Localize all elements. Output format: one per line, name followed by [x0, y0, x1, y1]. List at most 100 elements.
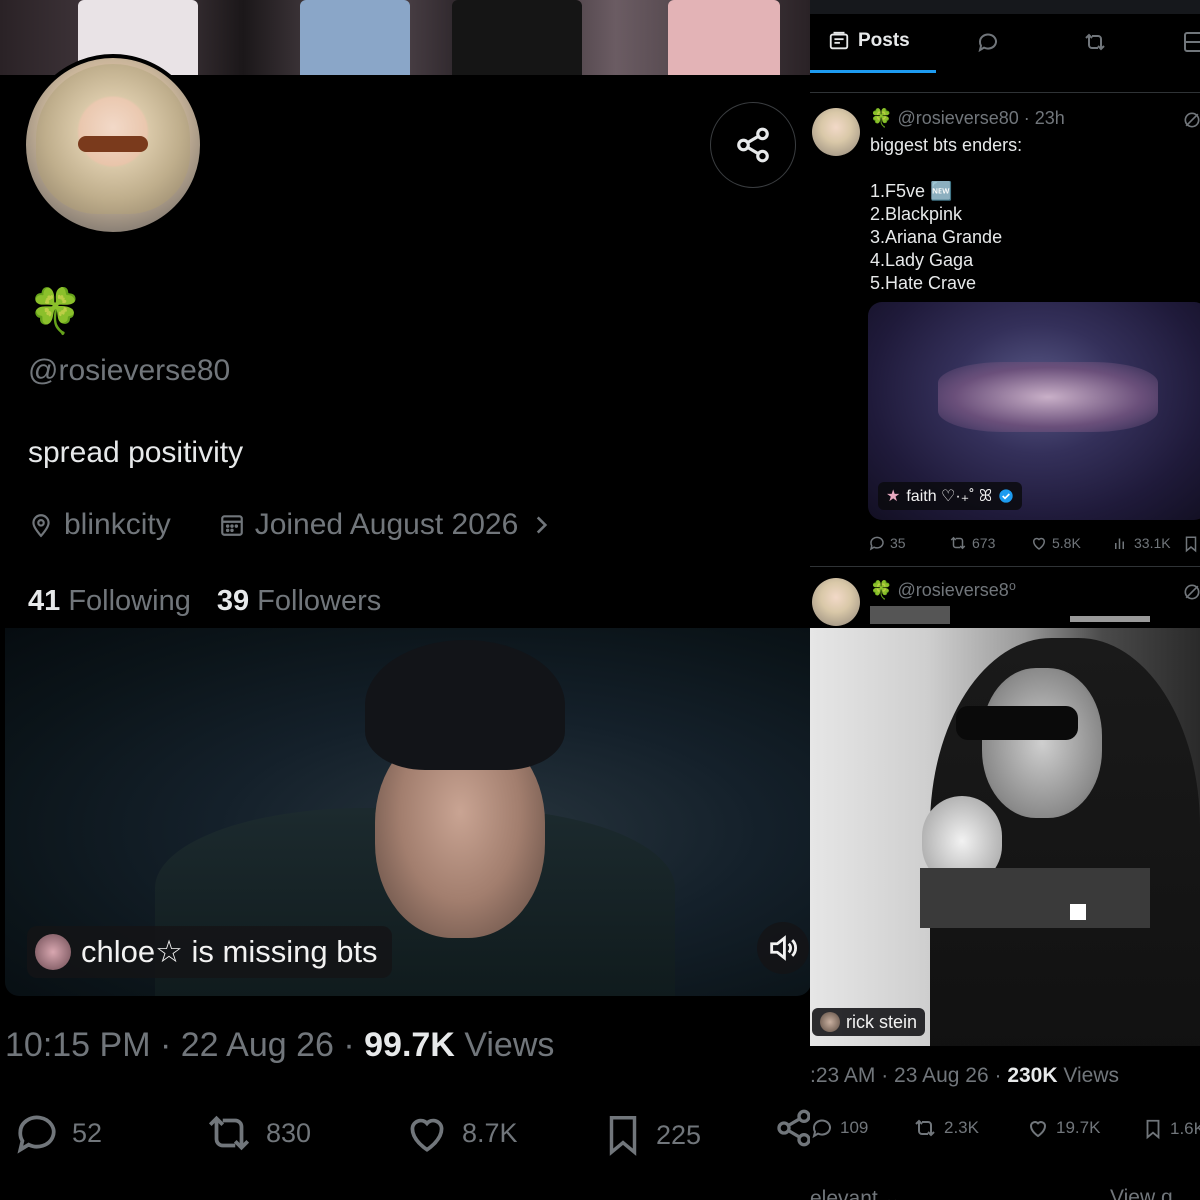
post-views-count: 230K [1007, 1064, 1058, 1087]
pixelated-region [920, 868, 1150, 928]
profile-joined-date: Joined August 2026 [254, 508, 519, 541]
tabs-divider [810, 92, 1200, 93]
like-button[interactable]: 5.8K [1030, 534, 1081, 552]
post-author-name[interactable]: 🍀 [870, 108, 892, 128]
post-views-label: Views [1063, 1064, 1119, 1087]
avatar-glasses [78, 136, 148, 152]
timeline-post[interactable]: 🍀 @rosieverse80 · 23h biggest bts enders… [810, 108, 1200, 568]
bookmark-button[interactable] [1182, 534, 1200, 554]
post-avatar[interactable] [812, 578, 860, 626]
follow-counts: 41 Following 39 Followers [28, 585, 381, 618]
right-panel: Posts 🍀 @rosieverse80 · 23h biggest bts … [810, 0, 1200, 1200]
repost-icon [208, 1115, 250, 1151]
reply-icon [812, 1119, 831, 1139]
post-timestamp: :23 AM · 23 Aug 26 · 230K Views [810, 1064, 1119, 1087]
heart-icon [1032, 537, 1046, 550]
pixelated-region [1070, 904, 1086, 920]
post-date: 23 Aug 26 [894, 1064, 989, 1087]
post-time: :23 AM [810, 1064, 876, 1087]
post-header: 🍀 @rosieverse80 · 23h [870, 108, 1065, 129]
grok-icon[interactable] [1182, 582, 1200, 602]
view-quotes-link[interactable]: View q [1110, 1186, 1173, 1200]
repost-button[interactable]: 830 [202, 1108, 311, 1158]
volume-button[interactable] [757, 922, 809, 974]
timeline-post[interactable]: 🍀 @rosieverse8⁰ [810, 578, 1200, 628]
views-button[interactable]: 33.1K [1112, 534, 1171, 552]
following-link[interactable]: 41 Following [28, 585, 191, 618]
post-views-count: 99.7K [364, 1026, 455, 1064]
post-author-handle[interactable]: @rosieverse8⁰ [897, 580, 1016, 600]
reply-icon [17, 1115, 56, 1154]
tab-posts-label: Posts [858, 30, 910, 51]
like-count: 8.7K [462, 1117, 518, 1148]
reply-button[interactable]: 35 [868, 534, 906, 552]
speaker-icon [770, 935, 797, 961]
video-subject-hair [365, 640, 565, 770]
left-panel: 🍀 @rosieverse80 spread positivity blinkc… [0, 0, 810, 1200]
analytics-icon [1115, 538, 1124, 549]
posts-icon [829, 31, 849, 50]
media-caption-chip[interactable]: ★ faith ♡·₊˚ ꕤ [878, 482, 1023, 510]
post-media-photo[interactable] [810, 628, 1200, 1046]
post-time: 10:15 PM [5, 1026, 151, 1064]
location-icon [32, 514, 50, 538]
video-caption-chip[interactable]: chloe☆ is missing bts [27, 926, 392, 978]
share-post-button[interactable] [774, 1108, 810, 1148]
reply-button[interactable]: 52 [12, 1108, 102, 1158]
media-caption-chip[interactable]: rick stein [812, 1008, 926, 1036]
post-author-name[interactable]: 🍀 [870, 580, 892, 600]
heart-icon [1029, 1121, 1047, 1138]
post-header: 🍀 @rosieverse8⁰ [870, 580, 1016, 601]
repost-icon [915, 1119, 935, 1137]
share-icon [777, 1109, 810, 1147]
star-icon: ★ [886, 488, 901, 505]
bookmark-icon [1185, 536, 1197, 553]
active-tab-indicator [810, 70, 936, 73]
reply-button[interactable]: 109 [810, 1116, 868, 1140]
sort-relevant-dropdown[interactable]: elevant ⌄ [810, 1187, 901, 1200]
profile-display-name: 🍀 [28, 287, 83, 336]
tab-posts[interactable]: Posts [828, 30, 910, 52]
like-button[interactable]: 19.7K [1026, 1116, 1100, 1140]
repost-button[interactable]: 673 [948, 534, 995, 552]
followers-link[interactable]: 39 Followers [217, 585, 381, 618]
tab-reposts[interactable] [1082, 30, 1108, 54]
share-profile-button[interactable] [710, 102, 796, 188]
replies-sort-bar: elevant ⌄ View q [810, 1186, 1200, 1200]
banner-figure [452, 0, 582, 75]
tab-media[interactable] [1182, 30, 1200, 54]
post-author-handle[interactable]: @rosieverse80 [897, 108, 1018, 128]
profile-location: blinkcity [64, 508, 171, 541]
bookmark-icon [609, 1116, 637, 1156]
repost-button[interactable]: 2.3K [912, 1116, 979, 1140]
post-actions: 35 673 5.8K 33.1K [868, 534, 1200, 558]
post-avatar[interactable] [812, 108, 860, 156]
caption-avatar [820, 1012, 840, 1032]
bookmark-count: 225 [656, 1119, 702, 1150]
post-date: 22 Aug 26 [180, 1026, 334, 1064]
photo-subject-sunglasses [956, 706, 1078, 740]
tab-replies[interactable] [976, 30, 1000, 54]
post-video[interactable]: chloe☆ is missing bts [5, 628, 810, 996]
post-timestamp: 10:15 PM · 22 Aug 26 · 99.7K Views [5, 1026, 555, 1064]
profile-meta: blinkcity Joined August 2026 [28, 508, 554, 542]
post-actions: 109 2.3K 19.7K 1.6K [810, 1116, 1200, 1146]
share-icon [737, 127, 769, 163]
chevron-right-icon[interactable] [528, 512, 554, 538]
media-stage [938, 362, 1158, 432]
post-media[interactable]: ★ faith ♡·₊˚ ꕤ [868, 302, 1200, 520]
pixelated-text [1070, 616, 1150, 622]
post-time[interactable]: · 23h [1024, 108, 1065, 128]
bookmark-button[interactable]: 225 [600, 1108, 701, 1162]
post-views-label: Views [464, 1026, 555, 1064]
reply-icon [978, 33, 997, 53]
verified-icon [999, 489, 1013, 503]
repost-icon [1085, 33, 1105, 51]
profile-bio: spread positivity [28, 436, 244, 469]
like-button[interactable]: 8.7K [402, 1108, 518, 1158]
repost-icon [950, 536, 966, 550]
bookmark-button[interactable]: 1.6K [1142, 1116, 1200, 1142]
profile-avatar[interactable] [22, 54, 204, 236]
banner-figure [668, 0, 780, 75]
grok-icon[interactable] [1182, 110, 1200, 130]
